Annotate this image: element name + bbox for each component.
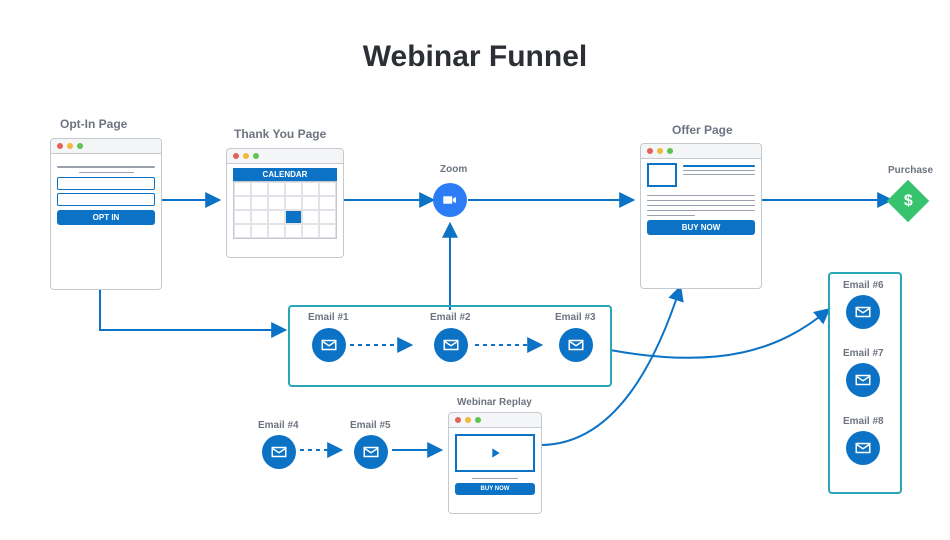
mail-icon xyxy=(854,439,872,457)
mail-icon xyxy=(362,443,380,461)
email8-label: Email #8 xyxy=(843,416,884,427)
replay-window: BUY NOW xyxy=(448,412,542,514)
email7-label: Email #7 xyxy=(843,348,884,359)
optin-button: OPT IN xyxy=(57,210,155,225)
email1-label: Email #1 xyxy=(308,312,349,323)
email6-label: Email #6 xyxy=(843,280,884,291)
mail-icon xyxy=(854,303,872,321)
thanks-window: CALENDAR xyxy=(226,148,344,258)
email2-node xyxy=(434,328,468,362)
email3-node xyxy=(559,328,593,362)
email4-node xyxy=(262,435,296,469)
calendar-icon xyxy=(233,181,337,239)
email3-label: Email #3 xyxy=(555,312,596,323)
replay-label: Webinar Replay xyxy=(457,397,532,408)
mail-icon xyxy=(854,371,872,389)
mail-icon xyxy=(567,336,585,354)
diagram-canvas: Webinar Funnel xyxy=(0,0,950,540)
dollar-icon: $ xyxy=(904,192,913,210)
email6-node xyxy=(846,295,880,329)
calendar-label: CALENDAR xyxy=(233,168,337,181)
offer-label: Offer Page xyxy=(672,123,733,137)
play-icon xyxy=(455,434,535,472)
video-icon xyxy=(441,191,459,209)
mail-icon xyxy=(270,443,288,461)
mail-icon xyxy=(320,336,338,354)
email2-label: Email #2 xyxy=(430,312,471,323)
email5-node xyxy=(354,435,388,469)
email8-node xyxy=(846,431,880,465)
offer-window: BUY NOW xyxy=(640,143,762,289)
email4-label: Email #4 xyxy=(258,420,299,431)
replay-buy-button: BUY NOW xyxy=(455,483,535,495)
purchase-label: Purchase xyxy=(888,165,933,176)
optin-window: OPT IN xyxy=(50,138,162,290)
offer-buy-button: BUY NOW xyxy=(647,220,755,235)
zoom-label: Zoom xyxy=(440,164,467,175)
mail-icon xyxy=(442,336,460,354)
optin-label: Opt-In Page xyxy=(60,117,127,131)
email5-label: Email #5 xyxy=(350,420,391,431)
zoom-node xyxy=(433,183,467,217)
thanks-label: Thank You Page xyxy=(234,127,326,141)
product-thumb-icon xyxy=(647,163,677,187)
email7-node xyxy=(846,363,880,397)
email1-node xyxy=(312,328,346,362)
